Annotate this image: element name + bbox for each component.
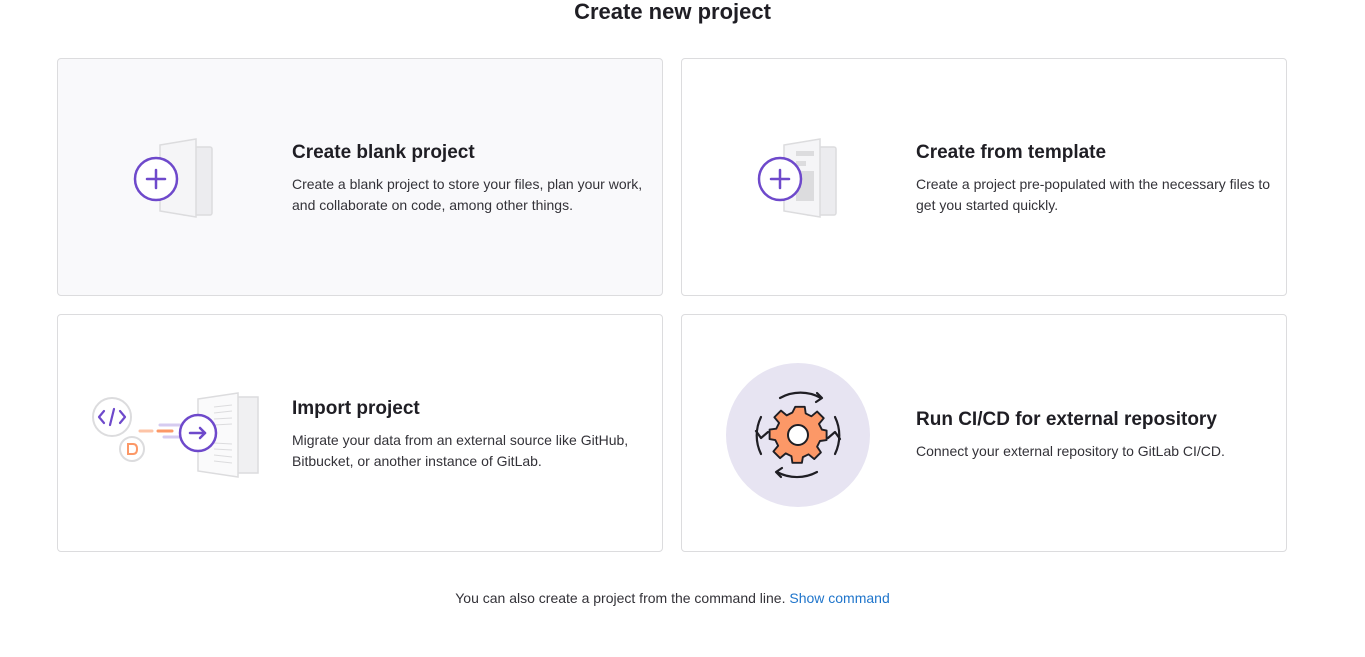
command-line-hint: You can also create a project from the c… [0,589,1345,607]
card-title: Create blank project [292,142,475,163]
card-description: Create a blank project to store your fil… [292,176,643,213]
new-project-page: Create new project Create blank project … [0,0,1365,657]
create-blank-project-card[interactable]: Create blank project Create a blank proj… [57,58,663,296]
page-title: Create new project [574,0,771,24]
card-description: Migrate your data from an external sourc… [292,432,629,469]
command-line-hint-text: You can also create a project from the c… [455,590,786,606]
template-plus-illustration-icon [756,137,846,224]
import-project-card[interactable]: Import project Migrate your data from an… [57,314,663,552]
card-title: Import project [292,398,420,419]
show-command-link[interactable]: Show command [789,590,889,606]
import-arrow-illustration-icon [88,391,263,484]
card-title: Run CI/CD for external repository [916,409,1217,430]
file-plus-illustration-icon [132,137,222,224]
gear-cycle-illustration-icon [725,362,871,513]
card-description: Connect your external repository to GitL… [916,443,1225,459]
create-from-template-card[interactable]: Create from template Create a project pr… [681,58,1287,296]
run-cicd-external-repo-card[interactable]: Run CI/CD for external repository Connec… [681,314,1287,552]
card-description: Create a project pre-populated with the … [916,176,1271,213]
card-title: Create from template [916,142,1107,163]
